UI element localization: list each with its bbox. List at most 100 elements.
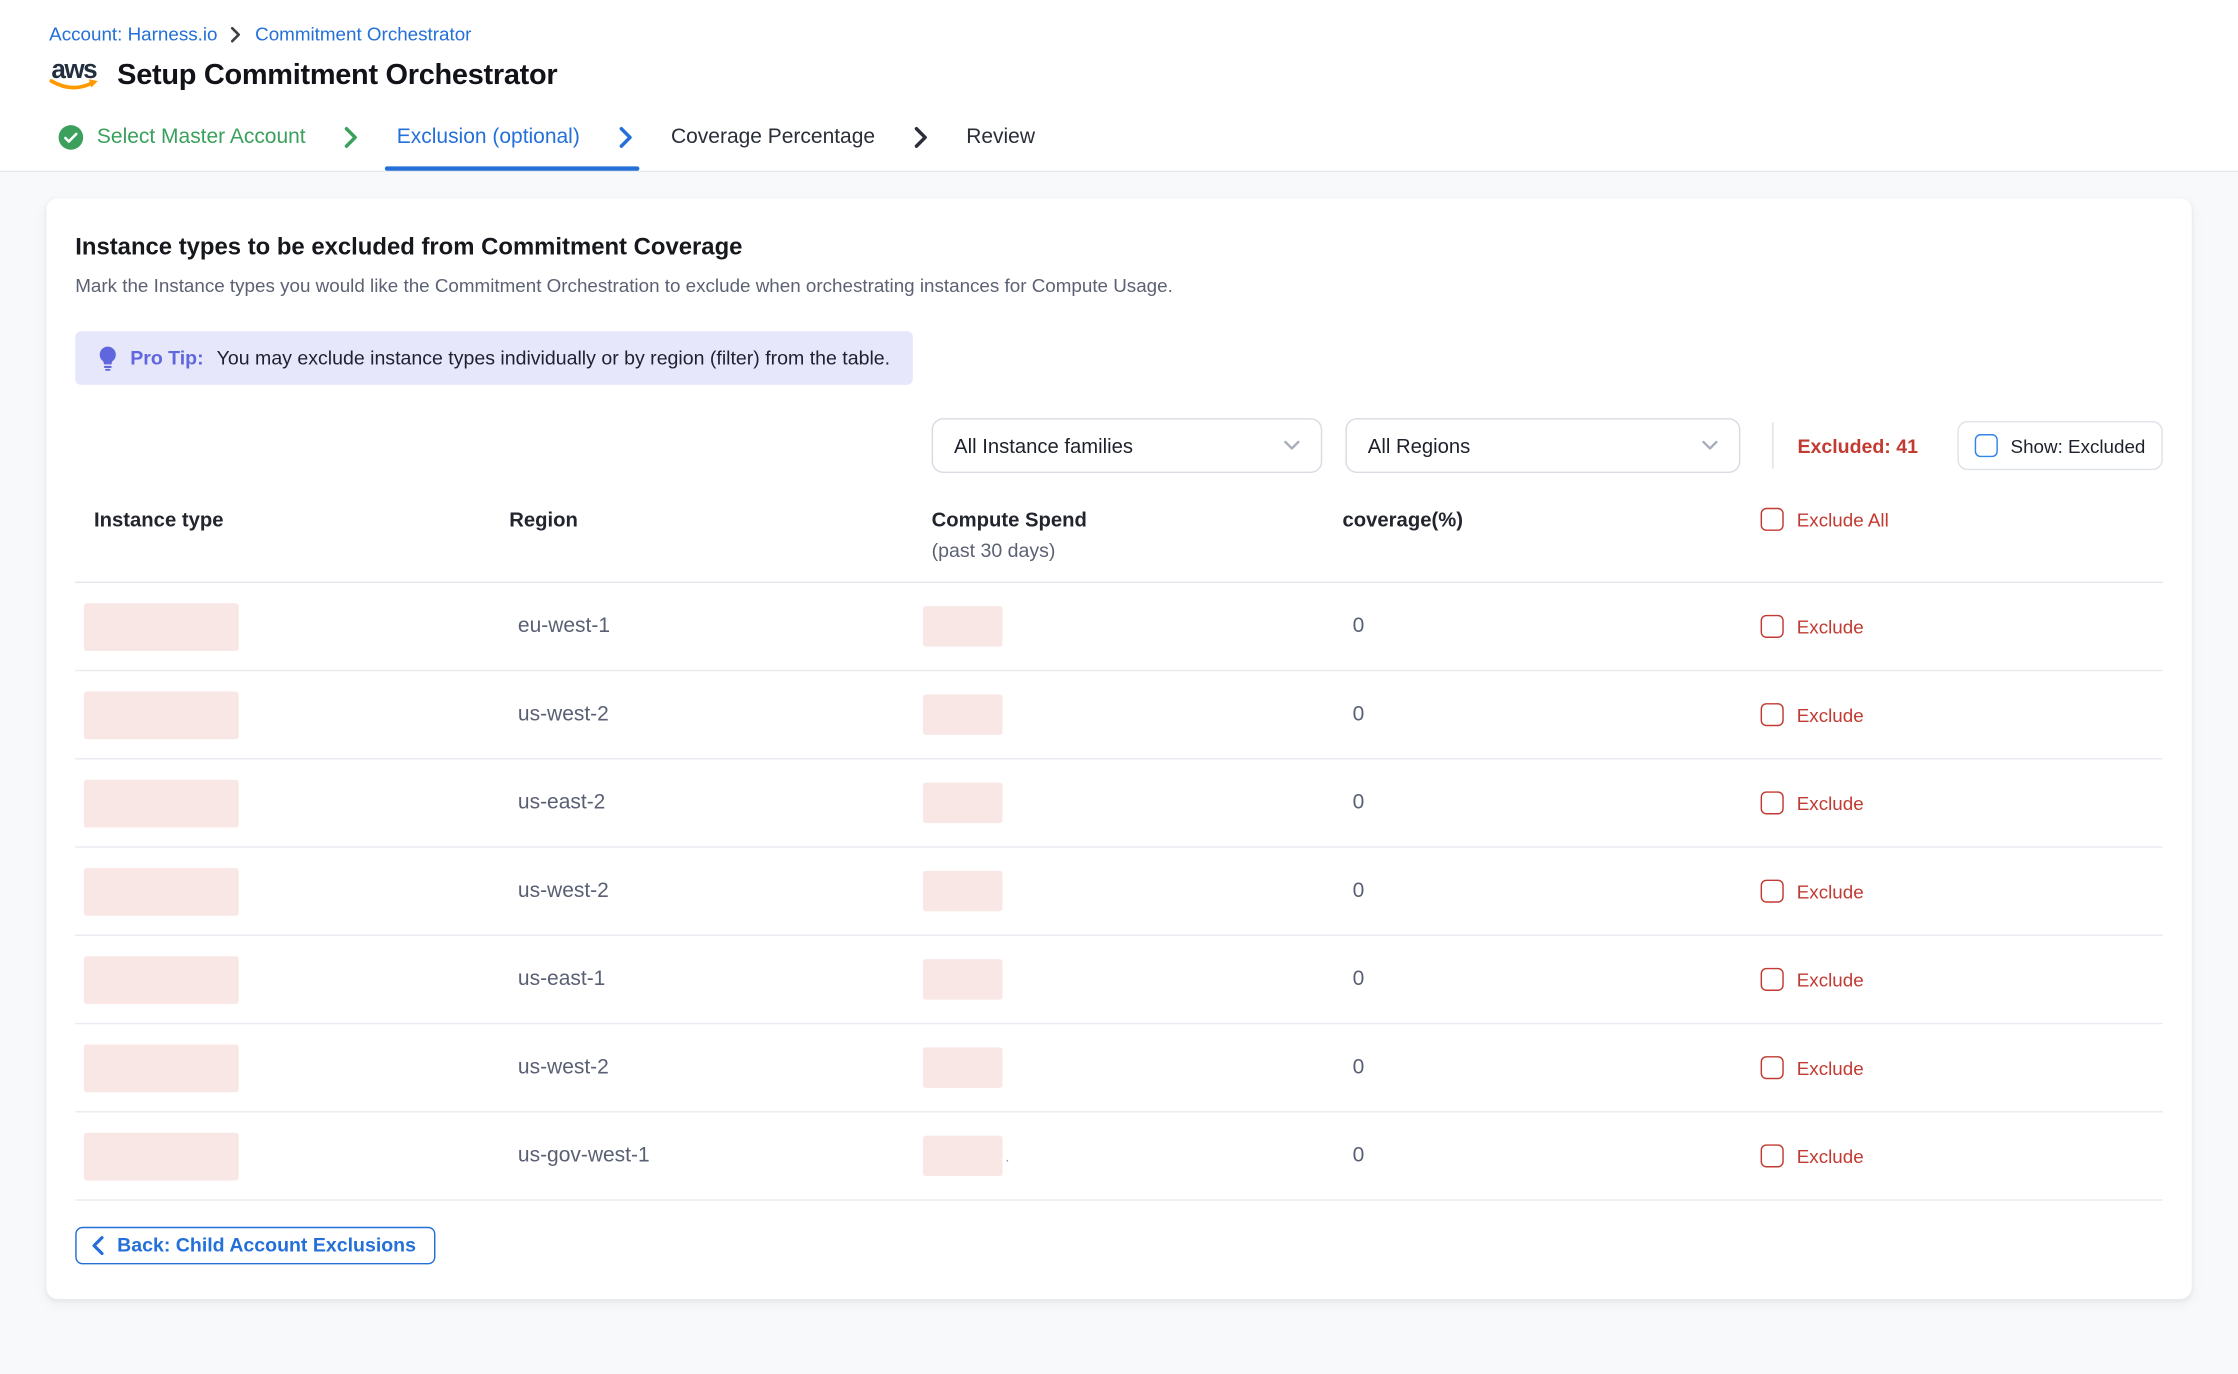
active-step-group: Exclusion (optional) (385, 104, 633, 171)
table-row: us-east-2 0 Exclude (75, 760, 2163, 848)
cell-coverage: 0 (1334, 615, 1752, 638)
title-row: aws Setup Commitment Orchestrator (49, 58, 2189, 93)
exclude-checkbox[interactable] (1761, 968, 1784, 991)
breadcrumb-account-link[interactable]: Account: Harness.io (49, 23, 217, 45)
row-region: us-west-2 (518, 703, 609, 726)
cell-exclude: Exclude (1752, 791, 2163, 814)
cell-compute-spend (923, 1047, 1334, 1088)
aws-logo: aws (49, 58, 98, 93)
step-review[interactable]: Review (955, 104, 1047, 171)
row-region: us-west-2 (518, 880, 609, 903)
cell-region: us-west-2 (503, 880, 923, 903)
redacted-instance-type (84, 779, 239, 827)
row-coverage: 0 (1353, 968, 1365, 991)
row-exclude-label: Exclude (1797, 704, 1864, 726)
breadcrumb: Account: Harness.io Commitment Orchestra… (49, 23, 2189, 45)
col-coverage: coverage(%) (1334, 508, 1752, 531)
redacted-instance-type (84, 603, 239, 651)
step-select-master-account[interactable]: Select Master Account (46, 104, 317, 171)
card-subtitle: Mark the Instance types you would like t… (75, 275, 2163, 297)
chevron-right-icon (913, 104, 929, 171)
col-compute-spend-title: Compute Spend (932, 508, 1087, 531)
redacted-compute-spend (923, 1047, 1003, 1088)
row-region: eu-west-1 (518, 615, 610, 638)
row-coverage: 0 (1353, 615, 1365, 638)
row-exclude-label: Exclude (1797, 1145, 1864, 1167)
cell-coverage: 0 (1334, 791, 1752, 814)
row-coverage: 0 (1353, 880, 1365, 903)
pro-tip-banner: Pro Tip: You may exclude instance types … (75, 331, 913, 385)
redacted-instance-type (84, 867, 239, 915)
col-compute-spend: Compute Spend (past 30 days) (923, 508, 1334, 562)
redacted-instance-type (84, 1132, 239, 1180)
cell-exclude: Exclude (1752, 1056, 2163, 1079)
step-label: Review (966, 126, 1035, 149)
cell-coverage: 0 (1334, 703, 1752, 726)
cell-instance-type (75, 691, 503, 739)
cell-instance-type (75, 1044, 503, 1092)
cell-compute-spend: . (923, 1136, 1334, 1177)
app-root: Account: Harness.io Commitment Orchestra… (0, 0, 2238, 1374)
exclude-checkbox[interactable] (1761, 880, 1784, 903)
redacted-compute-spend (923, 694, 1003, 735)
cell-region: us-west-2 (503, 1056, 923, 1079)
back-button[interactable]: Back: Child Account Exclusions (75, 1227, 435, 1265)
redacted-instance-type (84, 1044, 239, 1092)
cell-coverage: 0 (1334, 1144, 1752, 1167)
row-region: us-west-2 (518, 1056, 609, 1079)
cell-exclude: Exclude (1752, 968, 2163, 991)
show-excluded-label: Show: Excluded (2011, 435, 2146, 457)
pro-tip-text: You may exclude instance types individua… (217, 347, 890, 369)
table-row: us-gov-west-1 . 0 Exclude (75, 1112, 2163, 1200)
table-row: us-west-2 0 Exclude (75, 848, 2163, 936)
row-coverage: 0 (1353, 791, 1365, 814)
cell-compute-spend (923, 959, 1334, 1000)
chevron-left-icon (91, 1235, 104, 1255)
region-dropdown-value: All Regions (1368, 434, 1470, 457)
col-compute-spend-subtitle: (past 30 days) (932, 540, 1334, 562)
back-button-label: Back: Child Account Exclusions (117, 1234, 416, 1256)
row-region: us-east-2 (518, 791, 605, 814)
exclude-checkbox[interactable] (1761, 615, 1784, 638)
col-region: Region (503, 508, 923, 531)
row-region: us-gov-west-1 (518, 1144, 650, 1167)
instance-family-dropdown[interactable]: All Instance families (932, 418, 1323, 473)
cell-instance-type (75, 603, 503, 651)
card-title: Instance types to be excluded from Commi… (75, 234, 2163, 261)
chevron-right-icon (343, 104, 359, 171)
cell-coverage: 0 (1334, 1056, 1752, 1079)
exclude-all-checkbox[interactable] (1761, 508, 1784, 531)
table-row: eu-west-1 0 Exclude (75, 583, 2163, 671)
cell-region: us-gov-west-1 (503, 1144, 923, 1167)
row-exclude-label: Exclude (1797, 792, 1864, 814)
cell-region: us-east-2 (503, 791, 923, 814)
cell-exclude: Exclude (1752, 880, 2163, 903)
chevron-down-icon (1284, 440, 1301, 452)
redacted-compute-spend (923, 783, 1003, 824)
row-coverage: 0 (1353, 703, 1365, 726)
breadcrumb-page-link[interactable]: Commitment Orchestrator (255, 23, 471, 45)
cell-instance-type (75, 867, 503, 915)
row-exclude-label: Exclude (1797, 969, 1864, 991)
cell-instance-type (75, 779, 503, 827)
exclusion-card: Instance types to be excluded from Commi… (46, 198, 2191, 1299)
cell-compute-spend (923, 606, 1334, 647)
exclude-checkbox[interactable] (1761, 791, 1784, 814)
cell-compute-spend (923, 871, 1334, 912)
page-header: Account: Harness.io Commitment Orchestra… (0, 0, 2238, 93)
exclude-checkbox[interactable] (1761, 1056, 1784, 1079)
lightbulb-icon (98, 345, 117, 371)
exclude-checkbox[interactable] (1761, 703, 1784, 726)
show-excluded-toggle[interactable]: Show: Excluded (1957, 421, 2163, 470)
region-dropdown[interactable]: All Regions (1346, 418, 1741, 473)
step-coverage-percentage[interactable]: Coverage Percentage (659, 104, 886, 171)
show-excluded-checkbox[interactable] (1974, 434, 1997, 457)
row-exclude-label: Exclude (1797, 1057, 1864, 1079)
row-exclude-label: Exclude (1797, 880, 1864, 902)
redacted-compute-spend (923, 606, 1003, 647)
exclude-checkbox[interactable] (1761, 1144, 1784, 1167)
redacted-instance-type (84, 956, 239, 1004)
cell-coverage: 0 (1334, 968, 1752, 991)
step-exclusion-optional[interactable]: Exclusion (optional) (385, 104, 591, 171)
table-row: us-west-2 0 Exclude (75, 671, 2163, 759)
